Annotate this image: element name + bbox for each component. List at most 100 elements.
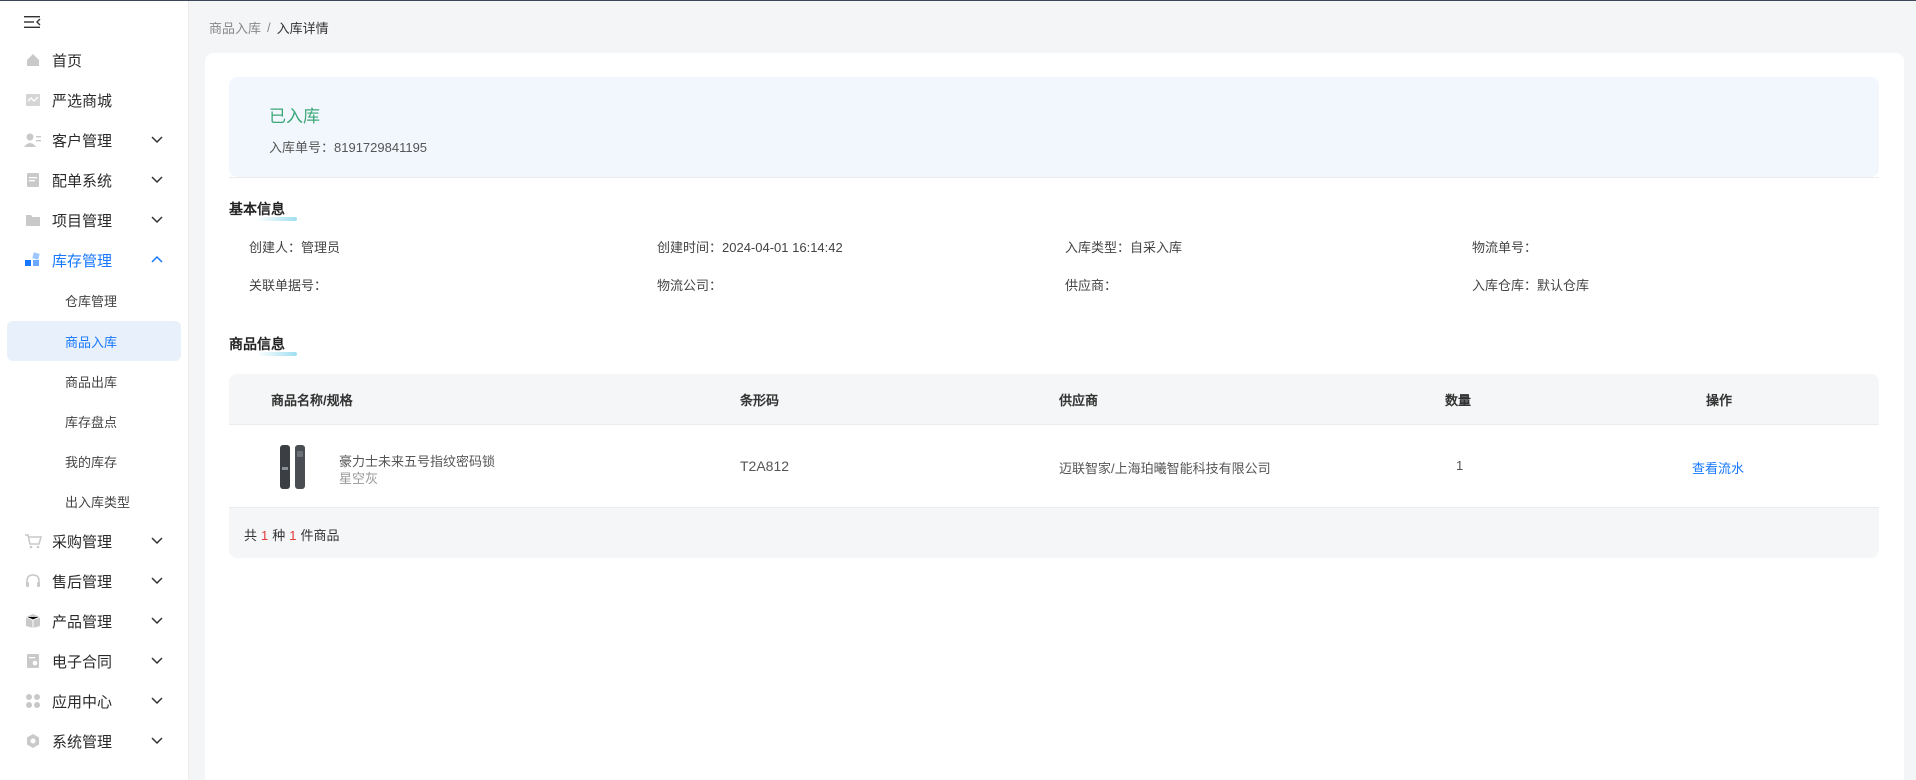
sidebar-item-customers[interactable]: 客户管理 bbox=[0, 120, 189, 160]
menu-collapse-icon[interactable] bbox=[22, 11, 44, 33]
table-header: 商品名称/规格 条形码 供应商 数量 操作 bbox=[229, 374, 1879, 424]
summary-kinds: 1 bbox=[261, 528, 269, 543]
info-created-time: 创建时间：2024-04-01 16:14:42 bbox=[657, 237, 843, 256]
supplier-cell: 迈联智家/上海珀曦智能科技有限公司 bbox=[1059, 461, 1271, 476]
info-value: 2024-04-01 16:14:42 bbox=[722, 240, 843, 255]
product-spec: 星空灰 bbox=[339, 471, 379, 486]
sidebar-item-label: 客户管理 bbox=[52, 132, 113, 150]
chevron-down-icon bbox=[151, 216, 163, 224]
column-header: 操作 bbox=[1706, 393, 1733, 408]
table-row: 豪力士未来五号指纹密码锁 星空灰 T2A812 迈联智家/上海珀曦智能科技有限公… bbox=[229, 424, 1879, 508]
info-stock-in-type: 入库类型：自采入库 bbox=[1065, 237, 1182, 256]
chevron-down-icon bbox=[151, 657, 163, 665]
status-panel: 已入库 入库单号：8191729841195 bbox=[229, 77, 1879, 177]
sidebar-item-label: 售后管理 bbox=[52, 573, 113, 591]
info-label: 入库仓库： bbox=[1472, 278, 1538, 293]
divider bbox=[229, 177, 1879, 178]
info-creator: 创建人：管理员 bbox=[249, 237, 340, 256]
sidebar-item-label: 首页 bbox=[52, 52, 83, 70]
sidebar-item-label: 库存管理 bbox=[52, 252, 113, 270]
sidebar-subitem-label: 我的库存 bbox=[65, 454, 118, 470]
sidebar-item-app-center[interactable]: 应用中心 bbox=[0, 681, 189, 721]
sidebar-item-label: 配单系统 bbox=[52, 172, 113, 190]
breadcrumb-parent-link[interactable]: 商品入库 bbox=[209, 18, 261, 37]
sidebar-item-inventory[interactable]: 库存管理 bbox=[0, 240, 189, 280]
detail-card: 已入库 入库单号：8191729841195 基本信息 创建人：管理员 创建时间… bbox=[205, 53, 1904, 780]
order-number: 入库单号：8191729841195 bbox=[269, 137, 427, 156]
order-number-value: 8191729841195 bbox=[334, 140, 428, 155]
sidebar-subitem-label: 商品入库 bbox=[65, 334, 118, 350]
inventory-icon bbox=[24, 252, 42, 268]
sidebar-subitem-stocktake[interactable]: 库存盘点 bbox=[7, 401, 181, 441]
column-header: 供应商 bbox=[1059, 393, 1099, 408]
chevron-down-icon bbox=[151, 136, 163, 144]
sidebar-item-projects[interactable]: 项目管理 bbox=[0, 200, 189, 240]
sidebar-item-label: 产品管理 bbox=[52, 613, 113, 631]
info-value: 管理员 bbox=[301, 240, 341, 255]
info-label: 物流公司： bbox=[657, 278, 723, 293]
info-tracking-no: 物流单号： bbox=[1472, 237, 1537, 256]
sidebar-item-label: 系统管理 bbox=[52, 733, 113, 751]
document-icon bbox=[24, 172, 42, 188]
chevron-down-icon bbox=[151, 697, 163, 705]
sidebar-subitem-label: 商品出库 bbox=[65, 374, 118, 390]
sidebar-subitem-warehouse[interactable]: 仓库管理 bbox=[7, 280, 181, 320]
headset-icon bbox=[24, 573, 42, 589]
sidebar-subitem-label: 出入库类型 bbox=[65, 494, 131, 510]
sidebar-subitem-my-stock[interactable]: 我的库存 bbox=[7, 441, 181, 481]
chevron-down-icon bbox=[151, 577, 163, 585]
sidebar-subitem-label: 仓库管理 bbox=[65, 293, 118, 309]
view-flow-link[interactable]: 查看流水 bbox=[1692, 458, 1744, 477]
sidebar-item-purchasing[interactable]: 采购管理 bbox=[0, 521, 189, 561]
chevron-down-icon bbox=[151, 537, 163, 545]
sidebar-item-label: 项目管理 bbox=[52, 212, 113, 230]
contract-icon bbox=[24, 653, 42, 669]
sidebar-item-label: 应用中心 bbox=[52, 693, 113, 711]
column-header: 商品名称/规格 bbox=[271, 393, 353, 408]
customer-icon bbox=[24, 132, 42, 148]
sidebar-item-products[interactable]: 产品管理 bbox=[0, 601, 189, 641]
summary-prefix: 共 bbox=[244, 528, 258, 543]
quantity-cell: 1 bbox=[1456, 458, 1464, 473]
column-header: 条形码 bbox=[740, 393, 780, 408]
sidebar-item-store[interactable]: 严选商城 bbox=[0, 80, 189, 120]
chevron-down-icon bbox=[151, 737, 163, 745]
sidebar-item-system[interactable]: 系统管理 bbox=[0, 721, 189, 761]
status-text: 已入库 bbox=[269, 107, 320, 126]
store-icon bbox=[24, 92, 42, 108]
info-related-doc: 关联单据号： bbox=[249, 275, 327, 294]
sidebar-item-after-sales[interactable]: 售后管理 bbox=[0, 561, 189, 601]
breadcrumb: 商品入库 / 入库详情 bbox=[209, 18, 329, 37]
info-label: 供应商： bbox=[1065, 278, 1118, 293]
order-number-label: 入库单号： bbox=[269, 140, 335, 155]
product-info-title: 商品信息 bbox=[229, 334, 297, 356]
info-warehouse: 入库仓库：默认仓库 bbox=[1472, 275, 1589, 294]
cart-icon bbox=[24, 533, 42, 549]
table-summary: 共 1 种 1 件商品 bbox=[244, 525, 340, 544]
sidebar-item-contracts[interactable]: 电子合同 bbox=[0, 641, 189, 681]
sidebar-item-label: 电子合同 bbox=[52, 653, 113, 671]
sidebar-subitem-label: 库存盘点 bbox=[65, 414, 118, 430]
basic-info-title-text: 基本信息 bbox=[229, 201, 285, 217]
info-supplier: 供应商： bbox=[1065, 275, 1117, 294]
sidebar-subitem-io-types[interactable]: 出入库类型 bbox=[7, 481, 181, 521]
settings-icon bbox=[24, 733, 42, 749]
info-label: 入库类型： bbox=[1065, 240, 1131, 255]
column-header: 数量 bbox=[1445, 393, 1472, 408]
box-icon bbox=[24, 613, 42, 629]
summary-suffix: 件商品 bbox=[300, 528, 340, 543]
title-accent bbox=[257, 217, 297, 221]
info-label: 创建人： bbox=[249, 240, 302, 255]
sidebar-subitem-stock-in[interactable]: 商品入库 bbox=[7, 321, 181, 361]
info-logistics-company: 物流公司： bbox=[657, 275, 722, 294]
sidebar: 首页 严选商城 客户管理 配单系统 项目管理 库存管理 仓库管理 商品入库 商品… bbox=[0, 1, 189, 780]
sidebar-item-home[interactable]: 首页 bbox=[0, 40, 189, 80]
chevron-down-icon bbox=[151, 617, 163, 625]
home-icon bbox=[24, 52, 42, 68]
top-border bbox=[0, 0, 1916, 1]
product-thumbnail bbox=[277, 443, 309, 491]
sidebar-item-label: 严选商城 bbox=[52, 92, 113, 110]
folder-icon bbox=[24, 212, 42, 228]
sidebar-item-orders[interactable]: 配单系统 bbox=[0, 160, 189, 200]
sidebar-subitem-stock-out[interactable]: 商品出库 bbox=[7, 361, 181, 401]
